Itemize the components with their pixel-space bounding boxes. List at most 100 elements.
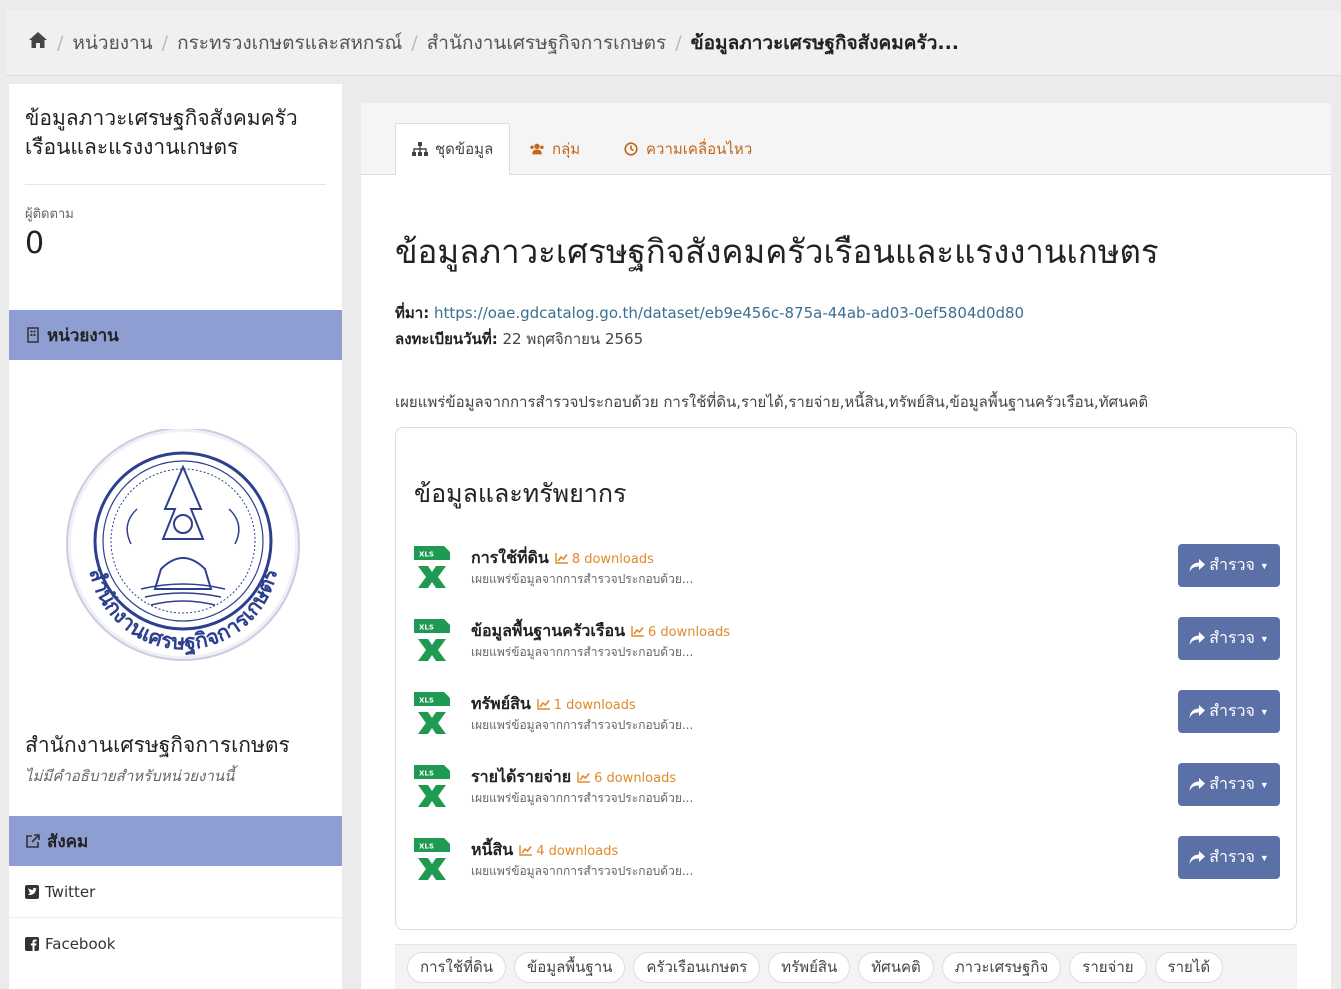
resource-downloads-text: 1 downloads [553, 698, 636, 713]
explore-button[interactable]: สำรวจ ▼ [1178, 617, 1280, 660]
tag-list: การใช้ที่ดิน ข้อมูลพื้นฐาน ครัวเรือนเกษต… [395, 944, 1297, 989]
facebook-link[interactable]: Facebook [9, 918, 342, 970]
resource-name-text: รายได้รายจ่าย [471, 767, 572, 786]
tab-bar: ชุดข้อมูล กลุ่ม ความเคลื่อนไหว [361, 103, 1331, 175]
resource-description: เผยแพร่ข้อมูลจากการสำรวจประกอบด้วย... [471, 572, 694, 586]
explore-button[interactable]: สำรวจ ▼ [1178, 690, 1280, 733]
resource-downloads-text: 6 downloads [648, 625, 731, 640]
resource-name[interactable]: การใช้ที่ดิน 8 downloads [471, 546, 654, 571]
source-url-link[interactable]: https://oae.gdcatalog.go.th/dataset/eb9e… [434, 304, 1024, 322]
resource-downloads: 6 downloads [631, 625, 730, 640]
resource-item: XLS ทรัพย์สิน 1 downloads เผยแพร่ข้อมูลจากก… [414, 690, 1280, 742]
resource-downloads-text: 8 downloads [571, 552, 654, 567]
breadcrumb-separator: / [411, 31, 418, 54]
xls-file-icon[interactable]: XLS [414, 692, 450, 736]
xls-badge: XLS [419, 697, 434, 705]
tab-datasets[interactable]: ชุดข้อมูล [395, 123, 511, 175]
explore-button[interactable]: สำรวจ ▼ [1178, 544, 1280, 587]
explore-label: สำรวจ [1209, 776, 1255, 793]
resource-downloads: 6 downloads [577, 771, 676, 786]
tab-activity-label: ความเคลื่อนไหว [646, 140, 753, 158]
tab-groups[interactable]: กลุ่ม [529, 123, 580, 175]
dataset-title: ข้อมูลภาวะเศรษฐกิจสังคมครัวเรือนและแรงงา… [395, 232, 1159, 271]
tag-item[interactable]: ทัศนคติ [858, 951, 934, 983]
xls-badge: XLS [419, 843, 434, 851]
share-icon [1189, 851, 1206, 864]
share-icon [1189, 632, 1206, 645]
main-content: ชุดข้อมูล กลุ่ม ความเคลื่อนไหว ข้อมูลภาว… [361, 103, 1331, 989]
explore-button[interactable]: สำรวจ ▼ [1178, 763, 1280, 806]
resources-panel: ข้อมูลและทรัพยากร XLS การใช้ที่ดิน 8 downl… [395, 427, 1297, 930]
explore-label: สำรวจ [1209, 557, 1255, 574]
dataset-description: เผยแพร่ข้อมูลจากการสำรวจประกอบด้วย การใช… [395, 393, 1149, 411]
resource-name[interactable]: รายได้รายจ่าย 6 downloads [471, 765, 676, 790]
resource-downloads-text: 4 downloads [536, 844, 619, 859]
tab-activity[interactable]: ความเคลื่อนไหว [623, 123, 752, 175]
sitemap-icon [412, 142, 428, 156]
breadcrumb: / หน่วยงาน / กระทรวงเกษตรและสหกรณ์ / สำน… [6, 10, 1341, 76]
tag-item[interactable]: รายได้ [1154, 951, 1224, 983]
share-square-icon [26, 834, 40, 848]
share-icon [1189, 705, 1206, 718]
twitter-label: Twitter [45, 882, 96, 901]
sidebar: ข้อมูลภาวะเศรษฐกิจสังคมครัวเรือนและแรงงา… [9, 84, 342, 989]
resource-downloads: 4 downloads [519, 844, 618, 859]
facebook-label: Facebook [45, 935, 116, 953]
sidebar-section-social-label: สังคม [47, 831, 89, 852]
breadcrumb-item-dataset[interactable]: ข้อมูลภาวะเศรษฐกิจสังคมครัว... [691, 28, 959, 58]
sidebar-section-social: สังคม [9, 816, 342, 866]
resource-name[interactable]: ข้อมูลพื้นฐานครัวเรือน 6 downloads [471, 619, 730, 644]
twitter-link[interactable]: Twitter [9, 866, 342, 918]
tab-datasets-label: ชุดข้อมูล [435, 140, 494, 158]
tag-item[interactable]: ภาวะเศรษฐกิจ [941, 951, 1062, 983]
home-icon[interactable] [28, 31, 48, 54]
line-chart-icon [519, 845, 533, 856]
followers-label: ผู้ติดตาม [25, 207, 74, 222]
xls-file-icon[interactable]: XLS [414, 546, 450, 590]
tab-groups-label: กลุ่ม [552, 140, 581, 158]
dataset-registered: ลงทะเบียนวันที่: 22 พฤศจิกายน 2565 [395, 327, 643, 351]
organization-logo[interactable]: สำนักงานเศรษฐกิจการเกษตร [61, 427, 306, 679]
breadcrumb-item-ministry[interactable]: กระทรวงเกษตรและสหกรณ์ [177, 28, 402, 58]
resource-name[interactable]: ทรัพย์สิน 1 downloads [471, 692, 636, 717]
resource-name[interactable]: หนี้สิน 4 downloads [471, 838, 618, 863]
explore-button[interactable]: สำรวจ ▼ [1178, 836, 1280, 879]
sidebar-section-organization: หน่วยงาน [9, 310, 342, 360]
breadcrumb-item-organizations[interactable]: หน่วยงาน [72, 28, 152, 58]
registered-date: 22 พฤศจิกายน 2565 [502, 330, 644, 348]
resource-downloads-text: 6 downloads [594, 771, 677, 786]
tag-item[interactable]: รายจ่าย [1069, 951, 1147, 983]
resource-description: เผยแพร่ข้อมูลจากการสำรวจประกอบด้วย... [471, 718, 694, 732]
followers-count: 0 [25, 226, 45, 261]
caret-down-icon: ▼ [1259, 779, 1269, 790]
resource-name-text: หนี้สิน [471, 840, 514, 859]
breadcrumb-item-office[interactable]: สำนักงานเศรษฐกิจการเกษตร [427, 28, 667, 58]
sidebar-dataset-title: ข้อมูลภาวะเศรษฐกิจสังคมครัวเรือนและแรงงา… [25, 106, 298, 159]
xls-badge: XLS [419, 624, 434, 632]
tag-item[interactable]: ข้อมูลพื้นฐาน [513, 951, 626, 983]
clock-icon [624, 142, 638, 156]
explore-label: สำรวจ [1209, 849, 1255, 866]
xls-file-icon[interactable]: XLS [414, 765, 450, 809]
breadcrumb-separator: / [675, 31, 682, 54]
tag-item[interactable]: การใช้ที่ดิน [407, 951, 506, 983]
line-chart-icon [555, 553, 568, 564]
xls-file-icon[interactable]: XLS [414, 619, 450, 663]
building-icon [27, 327, 39, 343]
tag-item[interactable]: ครัวเรือนเกษตร [633, 951, 761, 983]
source-label: ที่มา: [395, 304, 430, 322]
organization-name[interactable]: สำนักงานเศรษฐกิจการเกษตร [25, 729, 290, 762]
page-frame: / หน่วยงาน / กระทรวงเกษตรและสหกรณ์ / สำน… [0, 0, 1341, 989]
tag-item[interactable]: ทรัพย์สิน [768, 951, 851, 983]
share-icon [1189, 559, 1206, 572]
resource-description: เผยแพร่ข้อมูลจากการสำรวจประกอบด้วย... [471, 645, 694, 659]
line-chart-icon [537, 699, 550, 710]
line-chart-icon [631, 626, 645, 637]
resources-title: ข้อมูลและทรัพยากร [414, 479, 627, 508]
twitter-icon [25, 884, 39, 899]
sidebar-section-organization-label: หน่วยงาน [47, 325, 119, 346]
resource-name-text: ข้อมูลพื้นฐานครัวเรือน [471, 621, 626, 640]
caret-down-icon: ▼ [1259, 633, 1269, 644]
xls-file-icon[interactable]: XLS [414, 838, 450, 882]
organization-description: ไม่มีคำอธิบายสำหรับหน่วยงานนี้ [25, 767, 235, 785]
